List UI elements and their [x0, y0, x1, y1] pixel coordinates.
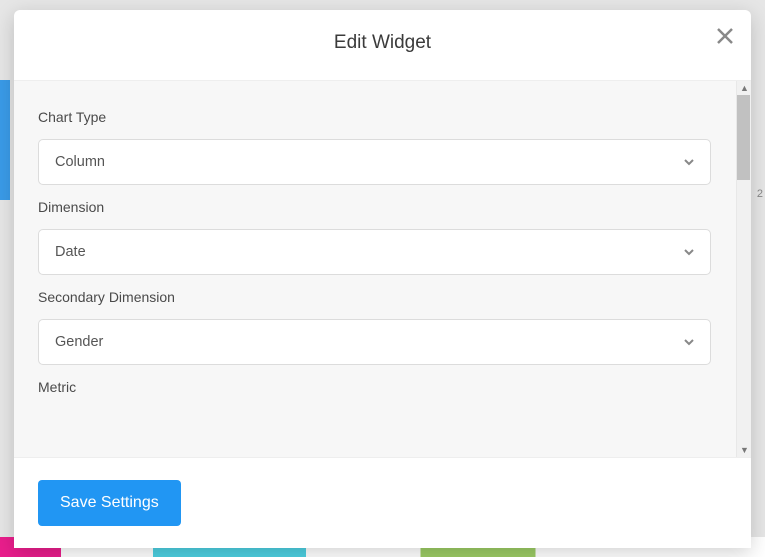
- chart-type-select[interactable]: Column: [38, 139, 711, 185]
- scrollbar[interactable]: ▲ ▼: [736, 81, 751, 457]
- backdrop-number: 2: [757, 188, 763, 200]
- secondary-dimension-value: Gender: [55, 334, 103, 350]
- backdrop-accent: [0, 80, 10, 200]
- modal-title: Edit Widget: [34, 32, 731, 54]
- chevron-down-icon: [682, 245, 696, 259]
- dimension-value: Date: [55, 244, 86, 260]
- metric-group: Metric: [38, 379, 711, 395]
- close-icon: [716, 27, 734, 45]
- dimension-select[interactable]: Date: [38, 229, 711, 275]
- modal-header: Edit Widget: [14, 10, 751, 80]
- metric-label: Metric: [38, 379, 711, 395]
- scrollbar-thumb[interactable]: [737, 95, 750, 180]
- secondary-dimension-label: Secondary Dimension: [38, 289, 711, 305]
- chevron-down-icon: [682, 335, 696, 349]
- modal-body-wrap: Chart Type Column Dimension Date: [14, 80, 751, 457]
- scroll-up-arrow-icon[interactable]: ▲: [737, 81, 751, 95]
- edit-widget-modal: Edit Widget Chart Type Column Dimension …: [14, 10, 751, 548]
- secondary-dimension-group: Secondary Dimension Gender: [38, 289, 711, 365]
- dimension-label: Dimension: [38, 199, 711, 215]
- secondary-dimension-select[interactable]: Gender: [38, 319, 711, 365]
- chevron-down-icon: [682, 155, 696, 169]
- chart-type-value: Column: [55, 154, 105, 170]
- chart-type-group: Chart Type Column: [38, 109, 711, 185]
- modal-body: Chart Type Column Dimension Date: [14, 81, 751, 457]
- close-button[interactable]: [713, 24, 737, 48]
- modal-footer: Save Settings: [14, 457, 751, 548]
- chart-type-label: Chart Type: [38, 109, 711, 125]
- scroll-down-arrow-icon[interactable]: ▼: [737, 443, 751, 457]
- save-settings-button[interactable]: Save Settings: [38, 480, 181, 526]
- dimension-group: Dimension Date: [38, 199, 711, 275]
